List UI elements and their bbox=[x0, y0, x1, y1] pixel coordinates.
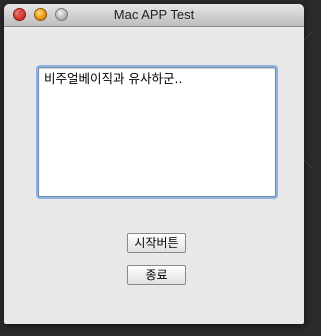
app-window: × Mac APP Test 비주얼베이직과 유사하군.. 시작버튼 종료 bbox=[4, 4, 304, 324]
start-button[interactable]: 시작버튼 bbox=[127, 233, 186, 253]
text-area[interactable]: 비주얼베이직과 유사하군.. bbox=[38, 67, 276, 197]
window-title: Mac APP Test bbox=[113, 7, 195, 22]
quit-button[interactable]: 종료 bbox=[127, 265, 186, 285]
desktop-background: × Mac APP Test 비주얼베이직과 유사하군.. 시작버튼 종료 bbox=[0, 0, 321, 336]
title-bar[interactable]: × Mac APP Test bbox=[4, 4, 304, 27]
